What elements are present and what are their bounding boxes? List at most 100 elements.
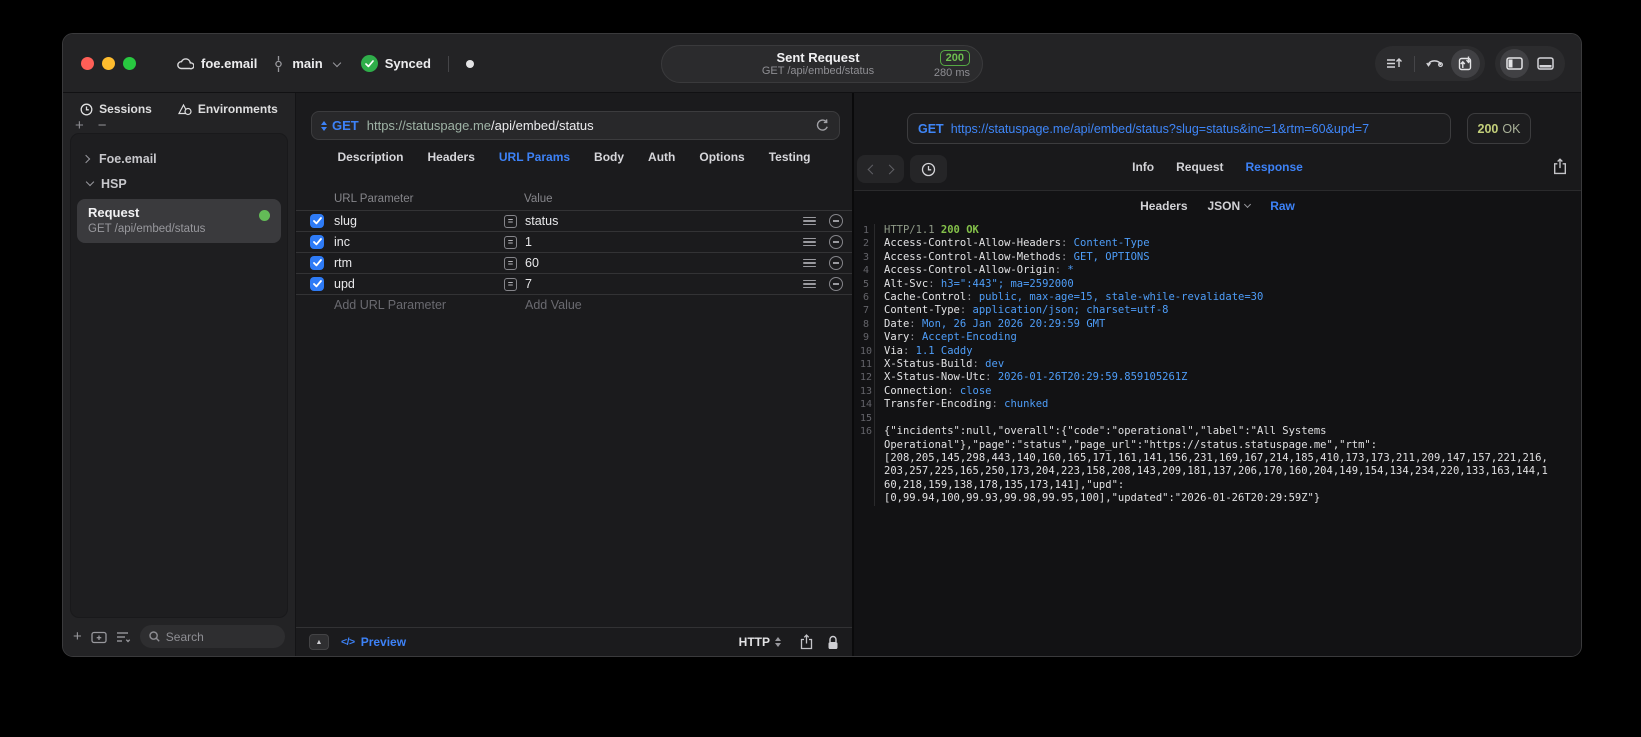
line-number: 8 — [860, 317, 875, 332]
remove-item-button[interactable]: − — [98, 118, 107, 133]
close-window-button[interactable] — [81, 57, 94, 70]
editor-tab-auth[interactable]: Auth — [648, 150, 675, 164]
sidebar: Sessions Environments + − Foe.email HSP … — [63, 93, 296, 656]
param-name[interactable]: slug — [334, 214, 357, 228]
request-list-item-selected[interactable]: Request GET /api/embed/status — [77, 199, 281, 243]
drag-handle-icon[interactable] — [803, 279, 816, 289]
sync-branches-button[interactable] — [1420, 49, 1449, 78]
header-name: X-Status-Now-Utc — [884, 371, 986, 384]
branch-name[interactable]: main — [292, 56, 322, 71]
param-enabled-checkbox[interactable] — [310, 235, 324, 249]
drag-handle-icon[interactable] — [803, 237, 816, 247]
tree-group-foe-email[interactable]: Foe.email — [71, 146, 287, 171]
request-method[interactable]: GET — [332, 118, 359, 133]
remove-param-icon[interactable] — [829, 214, 843, 228]
param-name[interactable]: upd — [334, 277, 355, 291]
header-value: h3=":443"; ma=2592000 — [940, 277, 1074, 290]
header-name: Alt-Svc — [884, 277, 929, 290]
request-status-dot — [259, 210, 270, 221]
search-input[interactable] — [165, 629, 276, 644]
export-response-button[interactable] — [1553, 158, 1567, 175]
response-subtab-json[interactable]: JSON — [1208, 199, 1252, 213]
param-name[interactable]: rtm — [334, 256, 352, 270]
line-content: Access-Control-Allow-Methods: GET, OPTIO… — [875, 251, 1150, 264]
param-name[interactable]: inc — [334, 235, 350, 249]
toggle-left-panel-button[interactable] — [1500, 49, 1529, 78]
param-row[interactable]: inc = 1 — [296, 231, 852, 252]
minimize-window-button[interactable] — [102, 57, 115, 70]
remove-param-icon[interactable] — [829, 256, 843, 270]
response-tab-info[interactable]: Info — [1132, 160, 1154, 174]
lock-icon[interactable] — [827, 635, 839, 650]
header-value: Accept-Encoding — [921, 331, 1017, 344]
protocol-stepper-icon — [775, 637, 781, 647]
collapse-panel-button[interactable]: ▲ — [309, 634, 329, 650]
header-name: Content-Type — [884, 304, 960, 317]
editor-tab-options[interactable]: Options — [699, 150, 744, 164]
response-url-box[interactable]: GET https://statuspage.me/api/embed/stat… — [907, 113, 1451, 144]
sent-request-pill[interactable]: Sent Request GET /api/embed/status 200 2… — [661, 45, 983, 83]
new-request-button[interactable]: + — [73, 629, 82, 644]
request-item-title: Request — [88, 205, 140, 220]
param-enabled-checkbox[interactable] — [310, 277, 324, 291]
request-url-bar[interactable]: GET https://statuspage.me /api/embed/sta… — [311, 111, 840, 140]
resend-request-icon[interactable] — [815, 118, 830, 133]
search-icon — [149, 631, 160, 642]
editor-tab-url-params[interactable]: URL Params — [499, 150, 570, 164]
editor-tab-description[interactable]: Description — [338, 150, 404, 164]
param-enabled-checkbox[interactable] — [310, 256, 324, 270]
editor-tab-body[interactable]: Body — [594, 150, 624, 164]
import-export-button[interactable] — [1451, 49, 1480, 78]
remove-param-icon[interactable] — [829, 235, 843, 249]
url-params-table: URL Parameter Value slug = status inc = 1 rtm =… — [296, 193, 852, 315]
line-content: Content-Type: application/json; charset=… — [875, 304, 1168, 317]
param-row[interactable]: slug = status — [296, 210, 852, 231]
request-url-path[interactable]: /api/embed/status — [491, 118, 594, 133]
add-param-placeholder[interactable]: Add URL Parameter — [334, 298, 446, 312]
param-value[interactable]: 1 — [525, 235, 532, 249]
column-header-parameter: URL Parameter — [334, 193, 414, 205]
line-content: [208,205,145,298,443,140,160,165,171,161… — [875, 452, 1548, 465]
param-value[interactable]: status — [525, 214, 558, 228]
response-raw-output[interactable]: 1 HTTP/1.1 200 OK 2 Access-Control-Allow-He… — [860, 224, 1575, 506]
param-value[interactable]: 60 — [525, 256, 539, 270]
editor-tab-testing[interactable]: Testing — [769, 150, 811, 164]
add-param-row[interactable]: Add URL Parameter Add Value — [296, 294, 852, 315]
sidebar-footer: + — [73, 625, 285, 648]
method-stepper-icon[interactable] — [321, 120, 327, 131]
param-row[interactable]: upd = 7 — [296, 273, 852, 294]
tree-group-hsp[interactable]: HSP — [71, 171, 287, 196]
share-icon[interactable] — [800, 634, 813, 650]
drag-handle-icon[interactable] — [803, 258, 816, 268]
tab-environments[interactable]: Environments — [177, 102, 278, 116]
toggle-bottom-panel-button[interactable] — [1531, 49, 1560, 78]
branch-chevron-down-icon[interactable] — [332, 58, 341, 67]
protocol-selector[interactable]: HTTP — [739, 635, 786, 649]
param-enabled-checkbox[interactable] — [310, 214, 324, 228]
drag-handle-icon[interactable] — [803, 216, 816, 226]
remove-param-icon[interactable] — [829, 277, 843, 291]
tab-sessions[interactable]: Sessions — [80, 102, 152, 116]
line-content: Operational"},"page":"status","page_url"… — [875, 439, 1377, 452]
sort-list-button[interactable] — [116, 631, 131, 643]
new-group-button[interactable] — [91, 630, 107, 644]
add-value-placeholder[interactable]: Add Value — [525, 298, 582, 312]
request-url-host[interactable]: https://statuspage.me — [367, 118, 491, 133]
toolbar-group-divider — [1414, 55, 1415, 72]
request-list-export-button[interactable] — [1380, 49, 1409, 78]
response-subtab-headers[interactable]: Headers — [1140, 199, 1187, 213]
response-subtab-raw[interactable]: Raw — [1270, 199, 1295, 213]
editor-tab-headers[interactable]: Headers — [428, 150, 475, 164]
response-tab-request[interactable]: Request — [1176, 160, 1223, 174]
project-name[interactable]: foe.email — [201, 56, 257, 71]
response-tab-response[interactable]: Response — [1245, 160, 1302, 174]
line-content: Via: 1.1 Caddy — [875, 345, 973, 358]
param-row[interactable]: rtm = 60 — [296, 252, 852, 273]
json-body-text: {"incidents":null,"overall":{"code":"ope… — [884, 425, 1327, 438]
response-tabs: Info Request Response — [854, 160, 1581, 174]
zoom-window-button[interactable] — [123, 57, 136, 70]
line-number: 15 — [860, 411, 875, 426]
add-item-button[interactable]: + — [75, 118, 84, 133]
param-value[interactable]: 7 — [525, 277, 532, 291]
preview-button[interactable]: </> Preview — [341, 635, 406, 649]
